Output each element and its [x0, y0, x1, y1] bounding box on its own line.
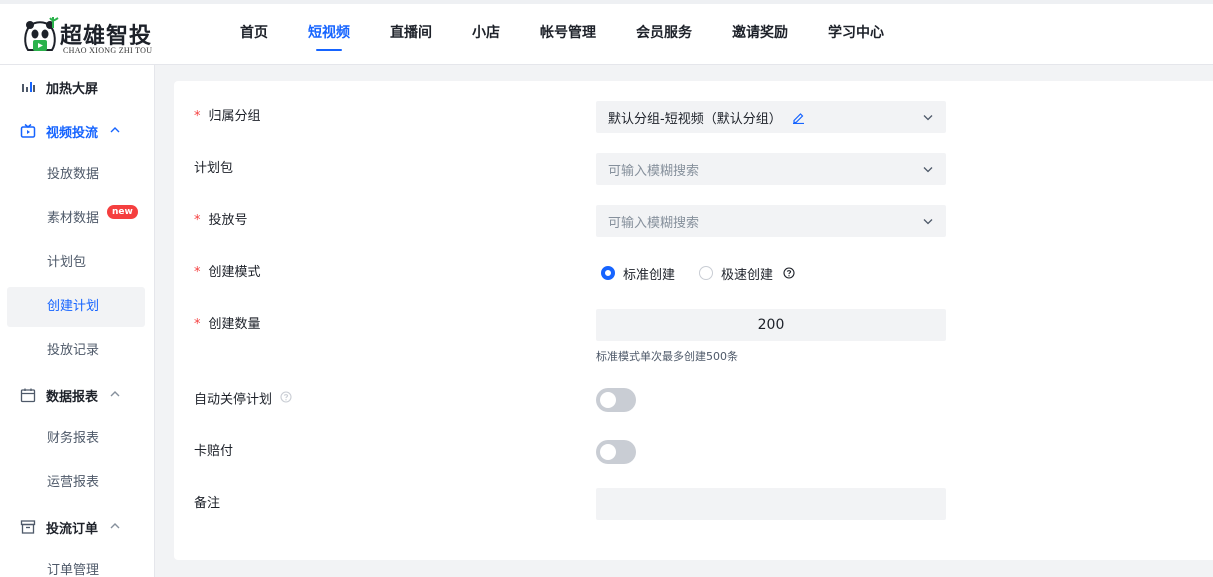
chevron-up-icon	[110, 521, 120, 534]
account-select[interactable]: 可输入模糊搜索	[596, 205, 946, 237]
main-nav: 首页 短视频 直播间 小店 帐号管理 会员服务 邀请奖励 学习中心	[220, 4, 904, 65]
group-select[interactable]: 默认分组-短视频（默认分组）	[596, 101, 946, 133]
sidebar-group-orders[interactable]: 投流订单	[0, 505, 154, 549]
create-plan-form: * 归属分组 默认分组-短视频（默认分组） 计划包 可输入模糊搜索 * 投放号 可输…	[174, 81, 1213, 560]
nav-invite-rewards[interactable]: 邀请奖励	[712, 4, 808, 65]
sidebar-group-label: 投流订单	[46, 521, 99, 537]
brand-logo[interactable]: 超雄智投 CHAO XIONG ZHI TOU	[20, 12, 170, 62]
mode-label: * 创建模式	[194, 265, 261, 280]
nav-live-room[interactable]: 直播间	[370, 4, 452, 65]
mode-fast-radio[interactable]: 极速创建	[699, 264, 773, 283]
top-bar: 超雄智投 CHAO XIONG ZHI TOU 首页 短视频 直播间 小店 帐号…	[0, 0, 1213, 65]
plan-package-select[interactable]: 可输入模糊搜索	[596, 153, 946, 185]
radio-label: 极速创建	[721, 267, 774, 283]
nav-account-management[interactable]: 帐号管理	[520, 4, 616, 65]
remark-input[interactable]	[596, 488, 946, 520]
sidebar-group-label: 视频投流	[46, 125, 99, 141]
tv-icon	[20, 123, 36, 139]
required-mark: *	[194, 109, 201, 124]
auto-pause-label: 自动关停计划	[194, 384, 292, 416]
bar-chart-icon	[20, 79, 36, 95]
quantity-label: * 创建数量	[194, 317, 261, 332]
radio-dot	[601, 266, 615, 280]
new-badge: new	[107, 205, 138, 219]
account-label: * 投放号	[194, 213, 248, 228]
sidebar-item-material-data[interactable]: 素材数据 new	[0, 197, 154, 241]
plan-package-label: 计划包	[194, 161, 234, 176]
card-payment-toggle[interactable]	[596, 440, 636, 464]
auto-pause-toggle[interactable]	[596, 388, 636, 412]
edit-icon[interactable]	[792, 111, 805, 124]
nav-learning-center[interactable]: 学习中心	[808, 4, 904, 65]
quantity-hint: 标准模式单次最多创建500条	[596, 350, 738, 363]
chevron-down-icon	[923, 115, 933, 121]
sidebar-item-delivery-records[interactable]: 投放记录	[0, 329, 154, 373]
panda-logo-icon	[24, 17, 59, 51]
mode-standard-radio[interactable]: 标准创建	[601, 264, 675, 283]
archive-icon	[20, 519, 36, 535]
group-select-value: 默认分组-短视频（默认分组）	[608, 111, 782, 127]
sidebar-group-label: 数据报表	[46, 389, 99, 405]
radio-label: 标准创建	[623, 267, 676, 283]
sidebar-item-label: 素材数据	[47, 211, 100, 226]
group-label: * 归属分组	[194, 109, 261, 124]
card-payment-label: 卡赔付	[194, 444, 234, 459]
nav-shop[interactable]: 小店	[452, 4, 520, 65]
sidebar-group-reports[interactable]: 数据报表	[0, 373, 154, 417]
mode-radio-group: 标准创建 极速创建	[601, 257, 795, 289]
radio-dot	[699, 266, 714, 280]
toggle-knob	[600, 392, 616, 408]
chevron-down-icon	[923, 219, 933, 225]
sidebar-item-finance-report[interactable]: 财务报表	[0, 417, 154, 461]
sidebar-item-create-plan[interactable]: 创建计划	[7, 287, 145, 327]
nav-membership[interactable]: 会员服务	[616, 4, 712, 65]
calendar-icon	[20, 387, 36, 403]
sidebar-item-order-management[interactable]: 订单管理	[0, 549, 154, 577]
required-mark: *	[194, 317, 201, 332]
remark-label: 备注	[194, 496, 221, 511]
plan-package-placeholder: 可输入模糊搜索	[608, 163, 700, 179]
chevron-up-icon	[110, 389, 120, 402]
quantity-input[interactable]: 200	[596, 309, 946, 341]
sidebar-item-plan-package[interactable]: 计划包	[0, 241, 154, 285]
chevron-down-icon	[923, 167, 933, 173]
nav-short-video[interactable]: 短视频	[288, 4, 370, 65]
brand-subtitle: CHAO XIONG ZHI TOU	[63, 46, 153, 55]
nav-home[interactable]: 首页	[220, 4, 288, 65]
sidebar-group-video[interactable]: 视频投流	[0, 109, 154, 153]
help-circle-icon[interactable]	[783, 267, 795, 279]
toggle-knob	[600, 444, 616, 460]
sidebar-item-heat-screen[interactable]: 加热大屏	[0, 65, 154, 109]
required-mark: *	[194, 213, 201, 228]
sidebar-item-operation-report[interactable]: 运营报表	[0, 461, 154, 505]
sidebar-item-label: 加热大屏	[46, 81, 99, 97]
sidebar: 加热大屏 视频投流 投放数据 素材数据 new 计划包 创建计划 投放记录 数据…	[0, 65, 155, 577]
required-mark: *	[194, 265, 201, 280]
sidebar-item-delivery-data[interactable]: 投放数据	[0, 153, 154, 197]
account-placeholder: 可输入模糊搜索	[608, 215, 700, 231]
chevron-up-icon	[110, 125, 120, 138]
help-circle-icon[interactable]	[280, 384, 292, 416]
